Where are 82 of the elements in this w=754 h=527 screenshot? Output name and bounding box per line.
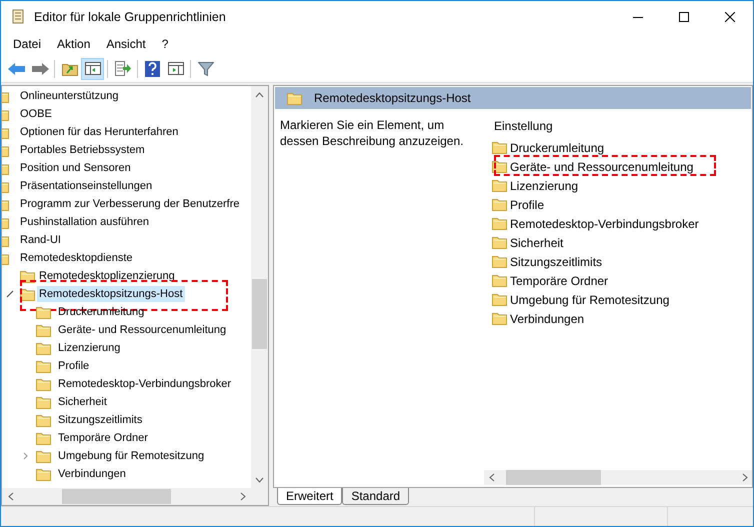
scroll-icon — [11, 9, 25, 25]
expand-chevron-icon[interactable] — [22, 452, 30, 460]
tree-item[interactable]: Programm zur Verbesserung der Benutzerfre — [18, 196, 242, 212]
list-item[interactable]: Druckerumleitung — [510, 138, 604, 156]
scroll-up-icon[interactable] — [255, 92, 264, 98]
folder-icon — [36, 342, 51, 354]
folder-icon — [492, 198, 507, 211]
folder-icon — [36, 324, 51, 336]
tree-item[interactable]: Remotedesktopsitzungs-Host — [37, 286, 185, 302]
scroll-down-icon[interactable] — [255, 477, 264, 483]
view-tab[interactable]: Erweitert — [277, 488, 342, 505]
folder-icon — [492, 179, 507, 192]
folder-icon — [492, 160, 507, 173]
tree-item[interactable]: Geräte- und Ressourcenumleitung — [56, 322, 228, 338]
folder-icon — [492, 141, 507, 154]
folder-icon — [36, 450, 51, 462]
folder-icon — [287, 92, 302, 104]
menu-item[interactable]: Ansicht — [98, 35, 154, 53]
folder-icon — [36, 414, 51, 426]
view-tab[interactable]: Standard — [342, 488, 410, 505]
list-item[interactable]: Sicherheit — [510, 234, 564, 252]
window-title: Editor für lokale Gruppenrichtlinien — [34, 8, 226, 26]
list-item[interactable]: Lizenzierung — [510, 176, 578, 194]
menu-item[interactable]: Aktion — [49, 35, 98, 53]
folder-icon — [492, 293, 507, 306]
folder-icon — [492, 236, 507, 249]
tree-item[interactable]: OOBE — [18, 106, 54, 122]
folder-icon — [36, 306, 51, 318]
list-item[interactable]: Remotedesktop-Verbindungsbroker — [510, 214, 699, 232]
folder-icon — [36, 468, 51, 480]
tree-pane-icon[interactable] — [81, 58, 104, 80]
scroll-right-icon[interactable] — [742, 473, 748, 482]
folder-icon — [492, 274, 507, 287]
scroll-right-icon[interactable] — [240, 492, 246, 501]
list-item[interactable]: Sitzungszeitlimits — [510, 252, 602, 270]
folder-icon — [492, 312, 507, 325]
list-item[interactable]: Umgebung für Remotesitzung — [510, 290, 670, 308]
tree-item[interactable]: Remotedesktoplizenzierung — [37, 268, 177, 284]
tree-item[interactable]: Onlineunterstützung — [18, 88, 120, 104]
scroll-thumb[interactable] — [506, 470, 601, 485]
tree-item[interactable]: Temporäre Ordner — [56, 430, 150, 446]
folder-icon — [36, 396, 51, 408]
folder-icon — [492, 255, 507, 268]
column-header: Einstellung — [494, 118, 554, 135]
folder-icon — [492, 217, 507, 230]
description-text: Markieren Sie ein Element, um dessen Beschreibung anzuzeigen. — [280, 117, 464, 149]
scroll-left-icon[interactable] — [489, 473, 495, 482]
tree-item[interactable]: Sitzungszeitlimits — [56, 412, 144, 428]
tree-item[interactable]: Rand-UI — [18, 232, 63, 248]
tree-item[interactable]: Pushinstallation ausführen — [18, 214, 152, 230]
tree-item[interactable]: Verbindungen — [56, 466, 128, 482]
folder-icon — [36, 378, 51, 390]
tree-item[interactable]: Remotedesktopdienste — [18, 250, 135, 266]
list-item[interactable]: Profile — [510, 196, 544, 214]
tree-item[interactable]: Optionen für das Herunterfahren — [18, 124, 180, 140]
folder-icon — [20, 288, 35, 300]
folder-icon — [36, 360, 51, 372]
tree-item[interactable]: Sicherheit — [56, 394, 109, 410]
tree-item[interactable]: Lizenzierung — [56, 340, 122, 356]
tree-item[interactable]: Position und Sensoren — [18, 160, 133, 176]
tree-item[interactable]: Präsentationseinstellungen — [18, 178, 154, 194]
tree-item[interactable]: Portables Betriebssystem — [18, 142, 147, 158]
scroll-thumb[interactable] — [62, 489, 171, 504]
list-item[interactable]: Verbindungen — [510, 310, 584, 328]
close-icon — [725, 12, 735, 22]
tree-item[interactable]: Remotedesktop-Verbindungsbroker — [56, 376, 234, 392]
horizontal-scrollbar[interactable] — [2, 488, 268, 505]
list-item[interactable]: Geräte- und Ressourcenumleitung — [510, 158, 694, 176]
scroll-thumb[interactable] — [252, 279, 267, 349]
tree-item[interactable]: Druckerumleitung — [56, 304, 146, 320]
menu-item[interactable]: Datei — [5, 35, 50, 53]
folder-icon — [36, 432, 51, 444]
vertical-scrollbar[interactable] — [251, 86, 268, 488]
collapse-chevron-icon[interactable] — [6, 290, 14, 298]
tree-item[interactable]: Profile — [56, 358, 92, 374]
scroll-left-icon[interactable] — [8, 492, 14, 501]
details-title: Remotedesktopsitzungs-Host — [314, 90, 471, 107]
horizontal-scrollbar[interactable] — [484, 470, 752, 485]
list-item[interactable]: Temporäre Ordner — [510, 272, 608, 290]
tree-item[interactable]: Umgebung für Remotesitzung — [56, 448, 206, 464]
menu-item[interactable]: ? — [154, 35, 176, 53]
maximize-icon — [679, 12, 689, 22]
